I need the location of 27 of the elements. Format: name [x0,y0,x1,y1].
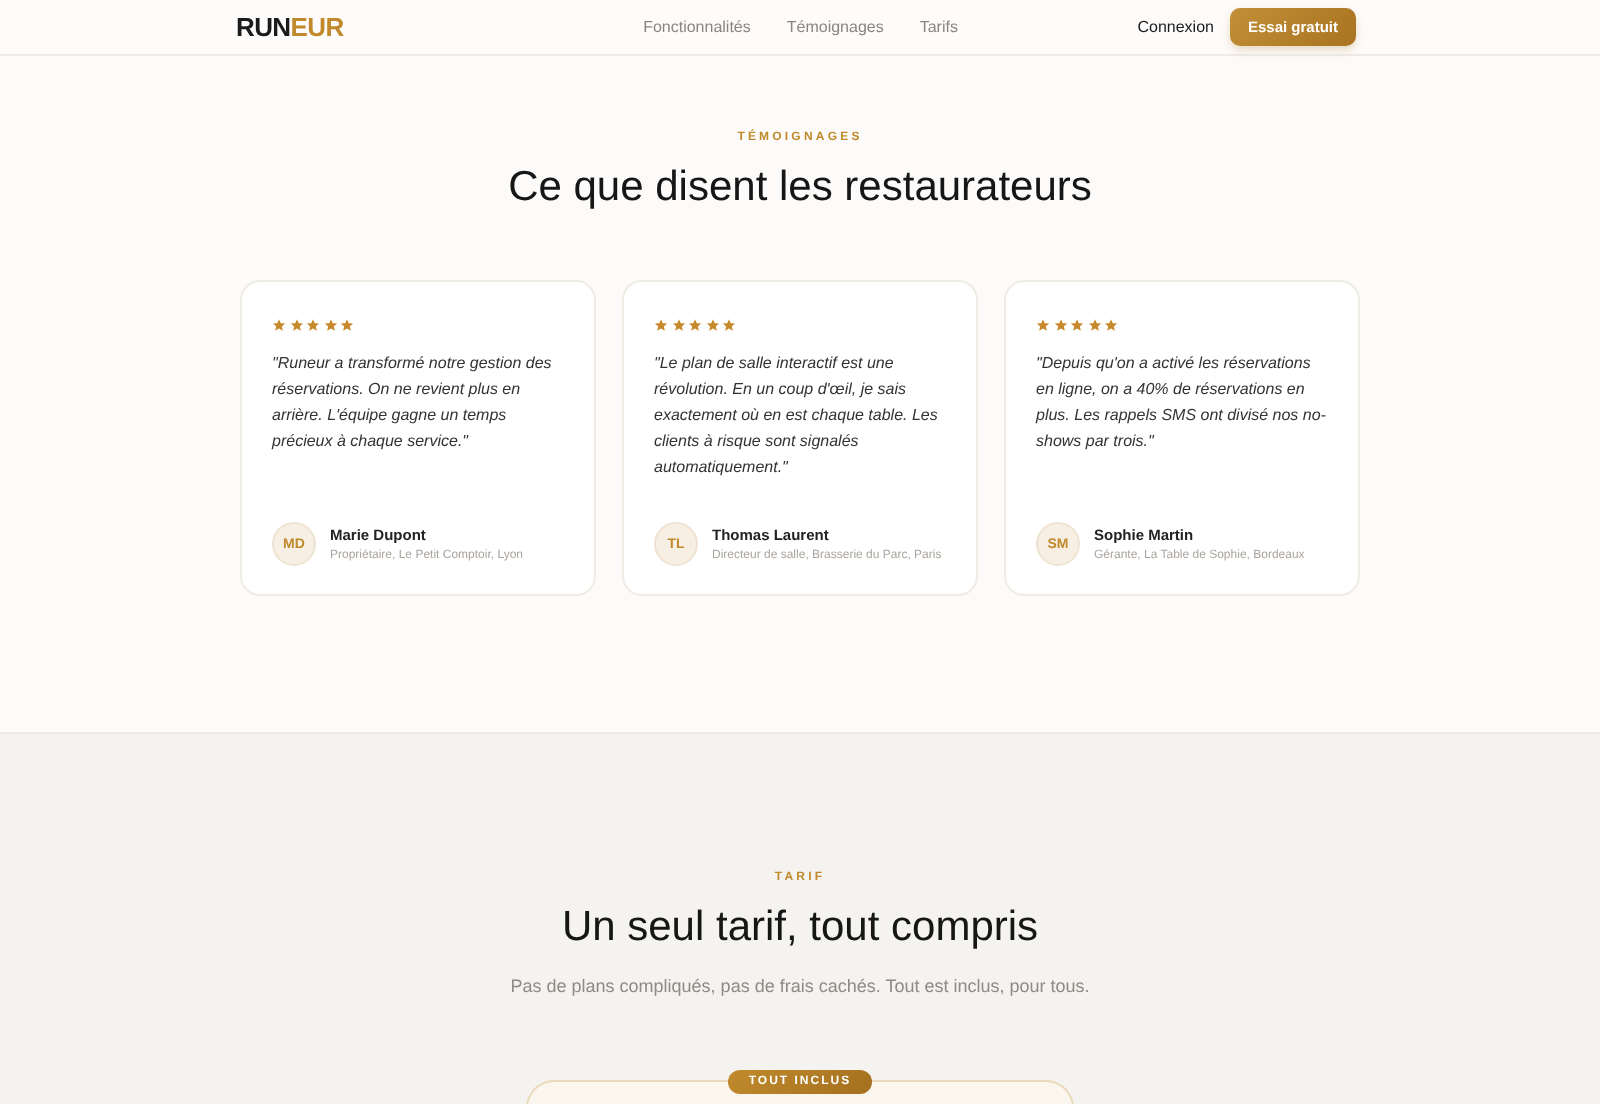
logo[interactable]: EUR [290,12,344,42]
star-icon [671,318,685,332]
star-icon [705,318,719,332]
star-icon [1053,318,1067,332]
star-icon [340,318,354,332]
testimonial-quote: "Depuis qu'on a activé les réservations en ligne, on a 40% de réservations en plus. Les rappels SMS ont divisé nos no-shows par trois." [1036,352,1328,454]
login-link[interactable]: Connexion [1137,18,1214,36]
section-title: Ce que disent les restaurateurs [508,164,1092,212]
section-subtitle: Pas de plans compliqués, pas de frais cachés. Tout est inclus, pour tous. [510,976,1090,996]
star-icon [323,318,337,332]
star-icon [654,318,668,332]
nav-link[interactable]: Fonctionnalités [643,18,751,36]
star-icon [306,318,320,332]
nav-link[interactable]: Tarifs [919,18,958,36]
star-icon [1036,318,1050,332]
star-icon [688,318,702,332]
testimonial-quote: "Runeur a transformé notre gestion des réservations. On ne revient plus en arrière. L'équipe gagne un temps précieux à chaque service." [272,352,554,454]
star-icon [1070,318,1084,332]
testimonial-quote: "Le plan de salle interactif est une révolution. En un coup d'œil, je sais exactement où en est chaque table. Les clients à risque sont signalés automatiquement." [654,352,940,480]
star-icon [272,318,286,332]
logo[interactable]: RUN [236,12,291,42]
star-icon [289,318,303,332]
nav-link[interactable]: Témoignages [786,18,884,36]
star-icon [1087,318,1101,332]
section-title: Un seul tarif, tout compris [561,904,1039,952]
star-icon [1104,318,1118,332]
star-icon [722,318,736,332]
